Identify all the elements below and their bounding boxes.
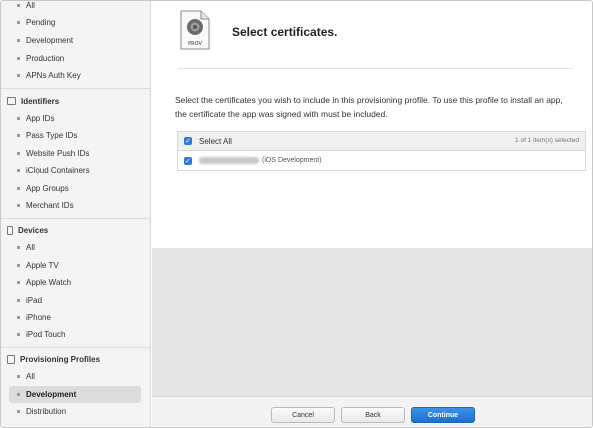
sidebar-item-profiles-development[interactable]: Development <box>9 386 141 403</box>
sidebar-item-label: Production <box>26 54 65 63</box>
bullet-icon <box>17 246 20 249</box>
bullet-icon <box>17 410 20 413</box>
sidebar-divider <box>1 347 151 348</box>
certificates-table: ✓ Select All 1 of 1 item(s) selected ✓ (… <box>177 131 586 171</box>
sidebar: All Pending Development Production APNs … <box>1 1 151 427</box>
bullet-icon <box>17 393 20 396</box>
sidebar-item-label: App Groups <box>26 184 69 193</box>
table-header: ✓ Select All 1 of 1 item(s) selected <box>178 132 585 151</box>
bullet-icon <box>17 117 20 120</box>
content-background <box>152 248 592 396</box>
select-all-label: Select All <box>199 136 232 146</box>
section-title: Provisioning Profiles <box>20 354 101 364</box>
sidebar-divider <box>1 218 151 219</box>
sidebar-item-profiles-distribution[interactable]: Distribution <box>9 403 141 420</box>
page-title: Select certificates. <box>232 25 338 39</box>
sidebar-item-label: iPod Touch <box>26 330 66 339</box>
footer-bar: Cancel Back Continue <box>152 396 592 427</box>
sidebar-item-label: All <box>26 372 35 381</box>
sidebar-divider <box>1 88 151 89</box>
main-content: PROV Select certificates. Select the cer… <box>152 1 592 427</box>
bullet-icon <box>17 57 20 60</box>
bullet-icon <box>17 264 20 267</box>
sidebar-item-icloud-containers[interactable]: iCloud Containers <box>9 162 141 179</box>
sidebar-item-label: APNs Auth Key <box>26 71 81 80</box>
title-divider <box>178 68 573 69</box>
select-all-checkbox[interactable]: ✓ <box>184 137 192 145</box>
sidebar-section-provisioning-profiles: Provisioning Profiles <box>7 351 100 367</box>
device-icon <box>7 225 13 235</box>
sidebar-item-label: Development <box>26 36 74 45</box>
bullet-icon <box>17 4 20 7</box>
bullet-icon <box>17 74 20 77</box>
sidebar-item-label: Pass Type IDs <box>26 131 78 140</box>
bullet-icon <box>17 21 20 24</box>
sidebar-item-app-ids[interactable]: App IDs <box>9 110 141 127</box>
section-title: Identifiers <box>21 96 60 106</box>
document-icon <box>7 354 15 364</box>
sidebar-item-label: iCloud Containers <box>26 166 90 175</box>
sidebar-item-apns-auth-key[interactable]: APNs Auth Key <box>9 67 141 84</box>
bullet-icon <box>17 333 20 336</box>
cancel-button[interactable]: Cancel <box>271 407 335 423</box>
bullet-icon <box>17 169 20 172</box>
certificate-type: (iOS Development) <box>262 157 322 164</box>
instructions-text: Select the certificates you wish to incl… <box>175 95 563 119</box>
sidebar-item-merchant-ids[interactable]: Merchant IDs <box>9 197 141 214</box>
sidebar-item-iphone[interactable]: iPhone <box>9 309 141 326</box>
sidebar-section-devices: Devices <box>7 222 48 238</box>
table-row[interactable]: ✓ (iOS Development) <box>178 151 585 170</box>
bullet-icon <box>17 152 20 155</box>
sidebar-item-label: Apple TV <box>26 261 59 270</box>
sidebar-section-identifiers: Identifiers <box>7 93 59 109</box>
sidebar-item-app-groups[interactable]: App Groups <box>9 180 141 197</box>
bullet-icon <box>17 204 20 207</box>
sidebar-item-pass-type-ids[interactable]: Pass Type IDs <box>9 127 141 144</box>
window: All Pending Development Production APNs … <box>0 0 593 428</box>
sidebar-item-label: iPhone <box>26 313 51 322</box>
sidebar-item-certs-all[interactable]: All <box>9 1 141 14</box>
sidebar-item-label: All <box>26 243 35 252</box>
bullet-icon <box>17 134 20 137</box>
back-button[interactable]: Back <box>341 407 405 423</box>
sidebar-item-ipod-touch[interactable]: iPod Touch <box>9 326 141 343</box>
section-title: Devices <box>18 225 49 235</box>
sidebar-item-profiles-all[interactable]: All <box>9 368 141 385</box>
sidebar-item-production[interactable]: Production <box>9 50 141 67</box>
continue-button[interactable]: Continue <box>411 407 475 423</box>
sidebar-item-certs-development[interactable]: Development <box>9 32 141 49</box>
provisioning-profile-icon: PROV <box>180 10 210 50</box>
sidebar-item-apple-tv[interactable]: Apple TV <box>9 257 141 274</box>
selection-count: 1 of 1 item(s) selected <box>515 137 579 144</box>
sidebar-item-ipad[interactable]: iPad <box>9 292 141 309</box>
sidebar-item-website-push-ids[interactable]: Website Push IDs <box>9 145 141 162</box>
sidebar-item-label: Apple Watch <box>26 278 72 287</box>
bullet-icon <box>17 299 20 302</box>
bullet-icon <box>17 281 20 284</box>
sidebar-item-pending[interactable]: Pending <box>9 14 141 31</box>
id-card-icon <box>7 97 16 105</box>
sidebar-item-apple-watch[interactable]: Apple Watch <box>9 274 141 291</box>
certificate-owner-name <box>199 157 259 164</box>
sidebar-item-label: Development <box>26 390 77 399</box>
bullet-icon <box>17 316 20 319</box>
bullet-icon <box>17 39 20 42</box>
sidebar-item-label: App IDs <box>26 114 55 123</box>
certificate-checkbox[interactable]: ✓ <box>184 156 192 165</box>
sidebar-item-label: Distribution <box>26 407 67 416</box>
sidebar-item-label: Merchant IDs <box>26 201 74 210</box>
sidebar-item-label: Website Push IDs <box>26 149 90 158</box>
icon-label: PROV <box>188 41 202 47</box>
sidebar-item-devices-all[interactable]: All <box>9 239 141 256</box>
bullet-icon <box>17 187 20 190</box>
sidebar-item-label: All <box>26 1 35 10</box>
sidebar-item-label: Pending <box>26 18 56 27</box>
bullet-icon <box>17 375 20 378</box>
sidebar-item-label: iPad <box>26 296 43 305</box>
